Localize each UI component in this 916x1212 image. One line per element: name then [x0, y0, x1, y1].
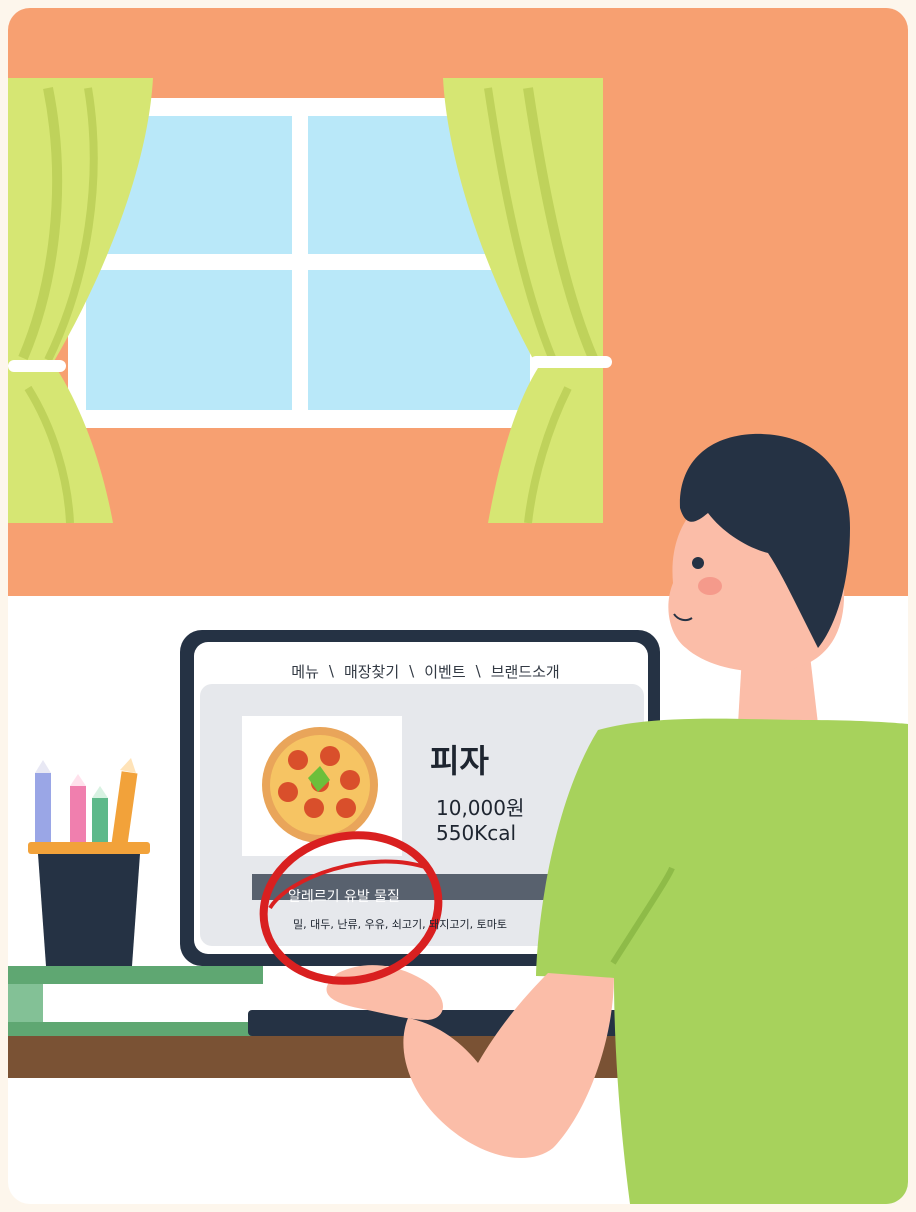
product-calories: 550Kcal: [436, 821, 517, 845]
pencil-cup: [28, 758, 150, 966]
website-nav: 메뉴 \ 매장찾기 \ 이벤트 \ 브랜드소개: [203, 656, 648, 686]
product-name: 피자: [430, 742, 489, 780]
nav-separator: \: [409, 662, 415, 680]
laptop-screen-content: 메뉴 \ 매장찾기 \ 이벤트 \ 브랜드소개 피자 10,000원 550Kc…: [203, 648, 648, 948]
nav-item-menu[interactable]: 메뉴: [291, 661, 319, 682]
nav-separator: \: [328, 662, 334, 680]
allergy-list: 밀, 대두, 난류, 우유, 쇠고기, 돼지고기, 토마토: [293, 918, 507, 931]
allergy-heading: 알레르기 유발 물질: [288, 889, 400, 905]
nav-item-store-finder[interactable]: 매장찾기: [344, 661, 399, 682]
nav-item-event[interactable]: 이벤트: [424, 661, 465, 682]
books: [8, 966, 263, 1036]
nav-item-brand[interactable]: 브랜드소개: [491, 661, 560, 682]
scene-illustration: [8, 8, 908, 1204]
illustration-frame: 메뉴 \ 매장찾기 \ 이벤트 \ 브랜드소개 피자 10,000원 550Kc…: [8, 8, 908, 1204]
product-price: 10,000원: [436, 796, 525, 820]
nav-separator: \: [475, 662, 481, 680]
